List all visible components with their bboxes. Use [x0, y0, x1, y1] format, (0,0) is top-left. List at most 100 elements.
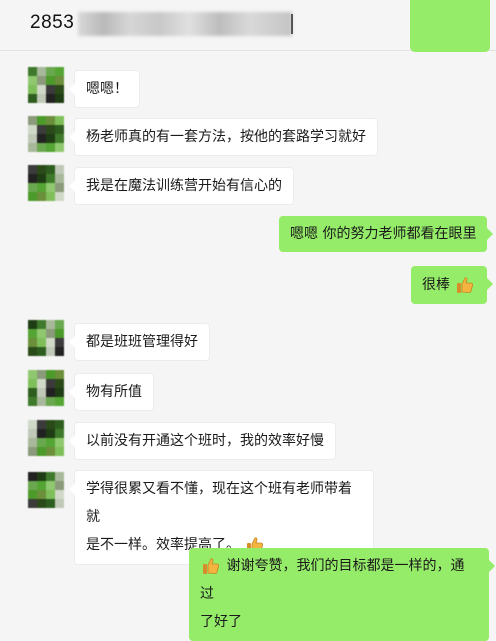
avatar-pixel: [55, 397, 64, 406]
contact-avatar[interactable]: [28, 370, 64, 406]
avatar-pixel: [46, 338, 55, 347]
contact-avatar[interactable]: [28, 67, 64, 103]
avatar-pixel: [46, 370, 55, 379]
avatar-pixel: [55, 116, 64, 125]
avatar-pixel: [37, 165, 46, 174]
avatar-pixel: [28, 94, 37, 103]
avatar-pixel: [55, 338, 64, 347]
avatar-pixel: [28, 192, 37, 201]
avatar-pixel: [28, 143, 37, 152]
avatar-pixel: [37, 329, 46, 338]
avatar-pixel: [55, 420, 64, 429]
message-bubble[interactable]: 我是在魔法训练营开始有信心的: [69, 167, 294, 205]
avatar-pixel: [37, 420, 46, 429]
message-text: 以前没有开通这个班时，我的效率好慢: [86, 433, 324, 449]
avatar-pixel: [37, 174, 46, 183]
avatar-pixel: [37, 388, 46, 397]
thumbs-up-icon: [457, 277, 474, 293]
message-bubble[interactable]: 很棒: [411, 266, 494, 304]
avatar-pixel: [37, 429, 46, 438]
contact-avatar[interactable]: [28, 472, 64, 508]
avatar-pixel: [28, 116, 37, 125]
avatar-pixel: [46, 125, 55, 134]
avatar-pixel: [55, 438, 64, 447]
avatar-pixel: [28, 174, 37, 183]
avatar-pixel: [55, 192, 64, 201]
message-bubble[interactable]: 以前没有开通这个班时，我的效率好慢: [69, 422, 336, 460]
avatar-pixel: [55, 370, 64, 379]
avatar-pixel: [55, 447, 64, 456]
avatar-pixel: [28, 429, 37, 438]
avatar-pixel: [46, 143, 55, 152]
previous-message-bubble: [410, 0, 490, 52]
message-text: 都是班班管理得好: [86, 334, 198, 350]
avatar-pixel: [37, 499, 46, 508]
avatar-pixel: [55, 347, 64, 356]
message-text: 杨老师真的有一套方法，按他的套路学习就好: [86, 129, 366, 145]
avatar-pixel: [28, 420, 37, 429]
avatar-pixel: [37, 192, 46, 201]
contact-avatar[interactable]: [28, 420, 64, 456]
avatar-pixel: [46, 420, 55, 429]
avatar-pixel: [46, 174, 55, 183]
avatar-pixel: [37, 397, 46, 406]
avatar-pixel: [28, 183, 37, 192]
message-text: 很棒: [422, 277, 450, 293]
avatar-pixel: [55, 429, 64, 438]
avatar-pixel: [46, 347, 55, 356]
avatar-pixel: [28, 338, 37, 347]
avatar-pixel: [46, 481, 55, 490]
avatar-pixel: [55, 481, 64, 490]
avatar-pixel: [28, 490, 37, 499]
redacted-title: [78, 12, 292, 36]
avatar-pixel: [46, 85, 55, 94]
message-bubble[interactable]: 杨老师真的有一套方法，按他的套路学习就好: [69, 118, 378, 156]
avatar-pixel: [46, 192, 55, 201]
thumbs-up-icon: [203, 558, 219, 574]
avatar-pixel: [46, 397, 55, 406]
message-bubble[interactable]: 都是班班管理得好: [69, 323, 210, 361]
avatar-pixel: [55, 165, 64, 174]
message-bubble[interactable]: 嗯嗯！: [69, 70, 140, 108]
avatar-pixel: [55, 76, 64, 85]
avatar-pixel: [37, 490, 46, 499]
avatar-pixel: [55, 499, 64, 508]
contact-avatar[interactable]: [28, 165, 64, 201]
avatar-pixel: [37, 116, 46, 125]
avatar-pixel: [46, 116, 55, 125]
avatar-pixel: [55, 472, 64, 481]
avatar-pixel: [37, 183, 46, 192]
avatar-pixel: [55, 174, 64, 183]
avatar-pixel: [46, 429, 55, 438]
avatar-pixel: [28, 397, 37, 406]
message-text: 物有所值: [86, 384, 142, 400]
avatar-pixel: [55, 94, 64, 103]
avatar-pixel: [28, 125, 37, 134]
avatar-pixel: [28, 134, 37, 143]
avatar-pixel: [28, 67, 37, 76]
message-bubble[interactable]: 物有所值: [69, 373, 154, 411]
avatar-pixel: [46, 438, 55, 447]
avatar-pixel: [37, 347, 46, 356]
avatar-pixel: [55, 329, 64, 338]
avatar-pixel: [28, 370, 37, 379]
avatar-pixel: [28, 85, 37, 94]
avatar-pixel: [37, 125, 46, 134]
message-bubble[interactable]: 谢谢夸赞，我们的目标都是一样的，通过 了好了: [189, 548, 495, 641]
contact-avatar[interactable]: [28, 116, 64, 152]
avatar-pixel: [28, 320, 37, 329]
avatar-pixel: [46, 490, 55, 499]
avatar-pixel: [37, 438, 46, 447]
avatar-pixel: [46, 320, 55, 329]
avatar-pixel: [46, 165, 55, 174]
avatar-pixel: [46, 499, 55, 508]
contact-avatar[interactable]: [28, 320, 64, 356]
avatar-pixel: [28, 165, 37, 174]
avatar-pixel: [37, 379, 46, 388]
avatar-pixel: [55, 125, 64, 134]
message-text: 嗯嗯！: [86, 81, 128, 97]
message-bubble[interactable]: 嗯嗯 你的努力老师都看在眼里: [279, 216, 494, 252]
avatar-pixel: [37, 134, 46, 143]
avatar-pixel: [46, 329, 55, 338]
avatar-pixel: [37, 85, 46, 94]
